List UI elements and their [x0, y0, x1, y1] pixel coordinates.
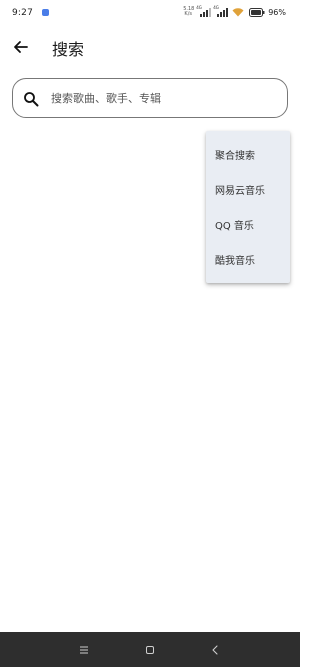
menu-item-qq-music[interactable]: QQ 音乐	[206, 207, 290, 242]
signal-1-label: 4G	[196, 4, 202, 10]
search-icon	[24, 92, 39, 107]
system-navigation-bar	[0, 632, 300, 667]
page-title: 搜索	[52, 40, 85, 59]
search-input[interactable]	[51, 88, 281, 108]
network-speed: 5.18 K/s	[183, 7, 194, 17]
search-box[interactable]	[12, 78, 288, 118]
nav-menu-button[interactable]	[74, 640, 94, 660]
signal-2-label: 4G	[213, 4, 219, 10]
back-button[interactable]	[8, 34, 34, 60]
nav-back-button[interactable]	[205, 640, 225, 660]
menu-item-netease-music[interactable]: 网易云音乐	[206, 172, 290, 207]
wifi-icon	[232, 7, 244, 17]
menu-item-kuwo-music[interactable]: 酷我音乐	[206, 242, 290, 277]
battery-icon	[249, 7, 265, 17]
arrow-left-icon	[14, 41, 28, 53]
status-bar: 9:27 5.18 K/s 4G 4G 96%	[0, 0, 300, 26]
cell-signal-2-icon: 4G	[213, 4, 229, 17]
nav-home-button[interactable]	[140, 640, 160, 660]
chevron-left-icon	[212, 645, 218, 655]
search-screen: 9:27 5.18 K/s 4G 4G 96% 搜索 搜索歌曲、歌手、专辑 聚合…	[0, 0, 300, 667]
cell-signal-1-icon: 4G	[196, 4, 212, 17]
status-indicators: 5.18 K/s 4G 4G 96%	[183, 4, 286, 18]
menu-item-aggregate-search[interactable]: 聚合搜索	[206, 137, 290, 172]
menu-lines-icon	[80, 646, 88, 654]
app-notification-icon	[42, 9, 49, 16]
search-source-menu: 聚合搜索 网易云音乐 QQ 音乐 酷我音乐	[206, 131, 290, 283]
square-home-icon	[146, 646, 154, 654]
app-header: 搜索	[0, 26, 300, 70]
status-time: 9:27	[12, 8, 34, 18]
battery-percent: 96%	[268, 7, 286, 17]
network-speed-unit: K/s	[184, 11, 192, 17]
